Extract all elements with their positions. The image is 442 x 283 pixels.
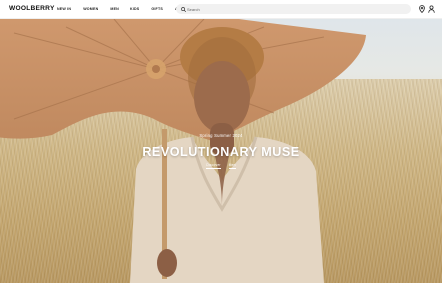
nav-item-men[interactable]: MEN <box>110 7 119 11</box>
top-navigation-bar: WOOLBERRY NEW IN WOMEN MEN KIDS GIFTS AB… <box>0 0 442 19</box>
search-icon <box>181 6 186 12</box>
nav-item-new-in[interactable]: NEW IN <box>57 7 71 11</box>
nav-item-kids[interactable]: KIDS <box>130 7 139 11</box>
brand-logo[interactable]: WOOLBERRY <box>9 5 55 12</box>
location-pin-icon[interactable] <box>417 4 426 14</box>
hero-subtitle: Spring Summer 2024 <box>199 133 243 138</box>
cta-discover-link[interactable]: Discover <box>206 163 221 169</box>
hero-banner[interactable]: Spring Summer 2024 REVOLUTIONARY MUSE Di… <box>0 19 442 283</box>
user-icon[interactable] <box>427 4 436 14</box>
nav-item-gifts[interactable]: GIFTS <box>151 7 163 11</box>
search-bar[interactable] <box>176 4 411 14</box>
hero-cta-row: Discover Men <box>0 163 442 169</box>
nav-item-women[interactable]: WOMEN <box>83 7 98 11</box>
hero-title: REVOLUTIONARY MUSE <box>142 145 300 159</box>
search-input[interactable] <box>187 5 402 13</box>
cta-men-link[interactable]: Men <box>228 163 236 169</box>
